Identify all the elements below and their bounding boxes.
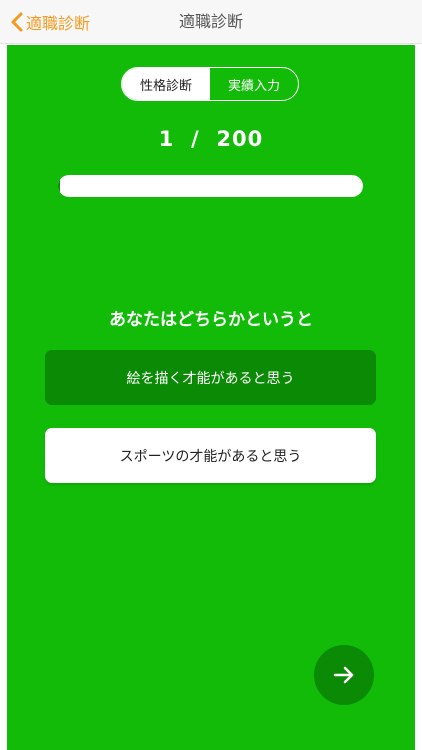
choice-button-sports-talent[interactable]: スポーツの才能があると思う [45,428,376,483]
progress-bar [58,175,363,197]
question-counter: 1 / 200 [7,127,415,151]
arrow-right-icon [333,666,354,684]
navigation-bar: 適職診断 適職診断 [0,0,422,44]
progress-bar-fill [58,175,60,197]
next-button[interactable] [314,645,374,705]
main-content: 性格診断 実績入力 1 / 200 あなたはどちらかというと 絵を描く才能がある… [7,45,415,750]
counter-separator: / [191,127,200,151]
mode-segmented-control: 性格診断 実績入力 [121,67,299,101]
question-text: あなたはどちらかというと [109,310,313,330]
page-title: 適職診断 [178,12,243,31]
counter-current: 1 [158,127,175,151]
tab-personality-diagnosis[interactable]: 性格診断 [122,68,210,100]
choice-button-drawing-talent[interactable]: 絵を描く才能があると思う [45,350,376,405]
counter-total: 200 [216,127,264,151]
tab-achievement-input[interactable]: 実績入力 [210,68,298,100]
